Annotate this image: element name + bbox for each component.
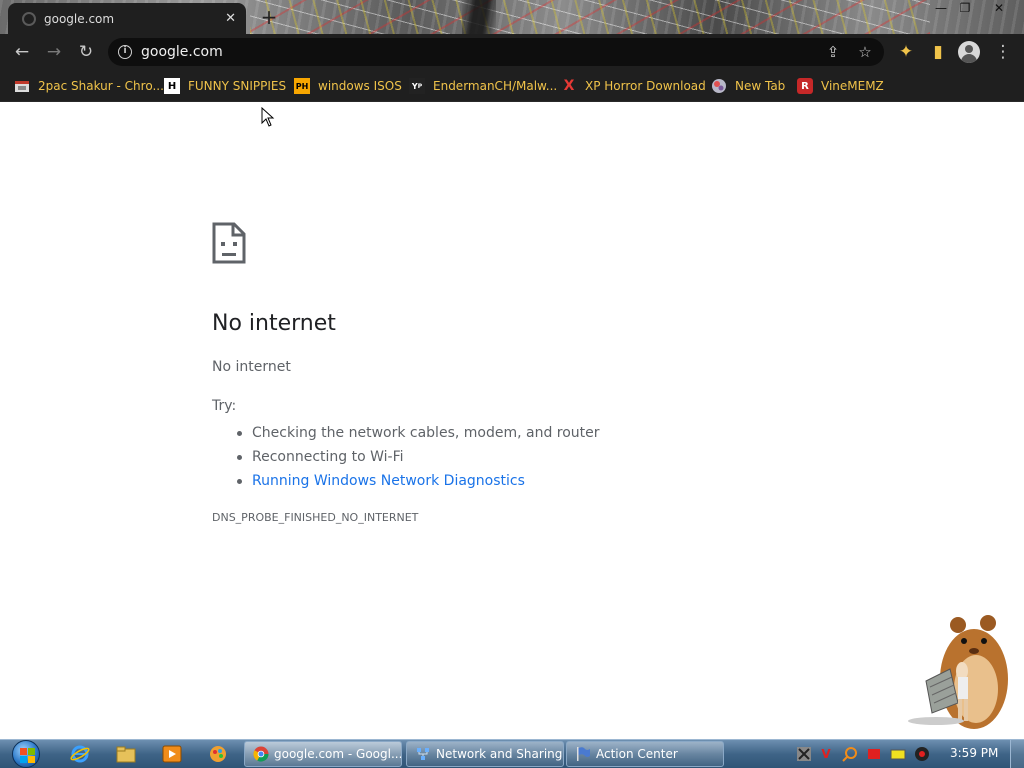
close-window-button[interactable]: ✕: [984, 0, 1014, 16]
chrome-icon: [253, 746, 269, 762]
titlebar-theme-stroke: [462, 0, 496, 34]
suggestion-list: Checking the network cables, modem, and …: [237, 421, 600, 493]
bookmarks-bar: 2pac Shakur - Chro... H FUNNY SNIPPIES P…: [0, 70, 1024, 102]
loading-favicon-icon: [22, 11, 36, 26]
list-item: Checking the network cables, modem, and …: [237, 421, 600, 445]
network-diagnostics-link[interactable]: Running Windows Network Diagnostics: [237, 469, 600, 493]
tray-v-icon[interactable]: V: [818, 746, 834, 762]
task-label: Action Center: [596, 747, 678, 761]
bookmark-item[interactable]: YP EndermanCH/Malw...: [409, 76, 557, 96]
browser-tab[interactable]: google.com ✕: [8, 3, 246, 34]
error-code: DNS_PROBE_FINISHED_NO_INTERNET: [212, 511, 419, 524]
tab-strip-icon: [14, 78, 30, 94]
forward-arrow-icon[interactable]: →: [43, 41, 65, 63]
bookmark-item[interactable]: R VineMEMZ: [797, 76, 884, 96]
bookmark-label: VineMEMZ: [821, 79, 884, 93]
internet-explorer-icon[interactable]: [60, 742, 100, 766]
tab-title: google.com: [44, 11, 115, 26]
bookmark-label: FUNNY SNIPPIES: [188, 79, 287, 93]
bookmark-label: New Tab: [735, 79, 786, 93]
windows-taskbar: google.com - Googl... Network and Sharin…: [0, 739, 1024, 768]
error-subtitle: No internet: [212, 359, 291, 375]
try-label: Try:: [212, 398, 237, 414]
show-desktop-button[interactable]: [1010, 740, 1024, 768]
bookmark-item[interactable]: PH windows ISOS: [294, 76, 402, 96]
back-arrow-icon[interactable]: ←: [11, 41, 33, 63]
h-logo-icon: H: [164, 78, 180, 94]
tray-network-icon[interactable]: [796, 746, 812, 762]
bookmark-label: EndermanCH/Malw...: [433, 79, 558, 93]
yp-logo-icon: YP: [409, 78, 425, 94]
file-explorer-icon[interactable]: [106, 742, 146, 766]
mouse-cursor-icon: [261, 107, 275, 127]
bookmark-label: XP Horror Download: [585, 79, 706, 93]
bookmark-star-icon[interactable]: ☆: [855, 42, 875, 62]
tray-disc-icon[interactable]: [914, 746, 930, 762]
error-title: No internet: [212, 311, 336, 336]
titlebar-theme-art: [250, 0, 930, 34]
extensions-puzzle-icon[interactable]: ✦: [895, 41, 917, 63]
new-tab-button[interactable]: +: [258, 6, 280, 28]
profile-avatar-icon[interactable]: [958, 41, 980, 63]
task-chrome[interactable]: google.com - Googl...: [244, 741, 402, 767]
browser-toolbar: ← → ↻ i google.com ⇪ ☆ ✦ ▮ ⋮: [0, 34, 1024, 70]
tray-flag-icon[interactable]: [866, 746, 882, 762]
sad-document-icon: [212, 222, 246, 264]
r-logo-icon: R: [797, 78, 813, 94]
bookmark-item[interactable]: 2pac Shakur - Chro...: [14, 76, 164, 96]
taskbar-clock[interactable]: 3:59 PM: [950, 746, 998, 760]
site-info-icon[interactable]: i: [118, 45, 132, 59]
task-label: google.com - Googl...: [274, 747, 402, 761]
share-icon[interactable]: ⇪: [823, 42, 843, 62]
list-item: Reconnecting to Wi-Fi: [237, 445, 600, 469]
start-button[interactable]: [8, 740, 44, 768]
bookmark-item[interactable]: H FUNNY SNIPPIES: [164, 76, 286, 96]
task-label: Network and Sharing...: [436, 747, 564, 761]
task-action-center[interactable]: Action Center: [566, 741, 724, 767]
maximize-button[interactable]: ❐: [950, 0, 980, 16]
paint-app-icon[interactable]: [198, 742, 238, 766]
windows-logo-icon: [12, 740, 40, 768]
tray-search-icon[interactable]: [842, 746, 858, 762]
task-network-sharing[interactable]: Network and Sharing...: [406, 741, 564, 767]
browser-titlebar: google.com ✕ + — ❐ ✕: [0, 0, 1024, 34]
ph-logo-icon: PH: [294, 78, 310, 94]
bookmark-label: 2pac Shakur - Chro...: [38, 79, 164, 93]
network-icon: [415, 746, 431, 762]
address-bar[interactable]: i google.com ⇪ ☆: [108, 38, 884, 66]
menu-kebab-icon[interactable]: ⋮: [992, 41, 1014, 63]
error-page: No internet No internet Try: Checking th…: [0, 103, 1024, 739]
bookmark-item[interactable]: X XP Horror Download: [561, 76, 706, 96]
reload-icon[interactable]: ↻: [75, 41, 97, 63]
tab-close-icon[interactable]: ✕: [225, 11, 236, 26]
x-logo-icon: X: [563, 78, 575, 94]
bookmark-item[interactable]: New Tab: [711, 76, 785, 96]
side-panel-icon[interactable]: ▮: [927, 41, 949, 63]
globe-icon: [711, 78, 727, 94]
hamster-sticker-image: [908, 615, 1008, 729]
flag-icon: [575, 746, 591, 762]
bookmark-label: windows ISOS: [318, 79, 402, 93]
tray-battery-icon[interactable]: [890, 746, 906, 762]
address-bar-url[interactable]: google.com: [141, 44, 223, 60]
media-player-icon[interactable]: [152, 742, 192, 766]
